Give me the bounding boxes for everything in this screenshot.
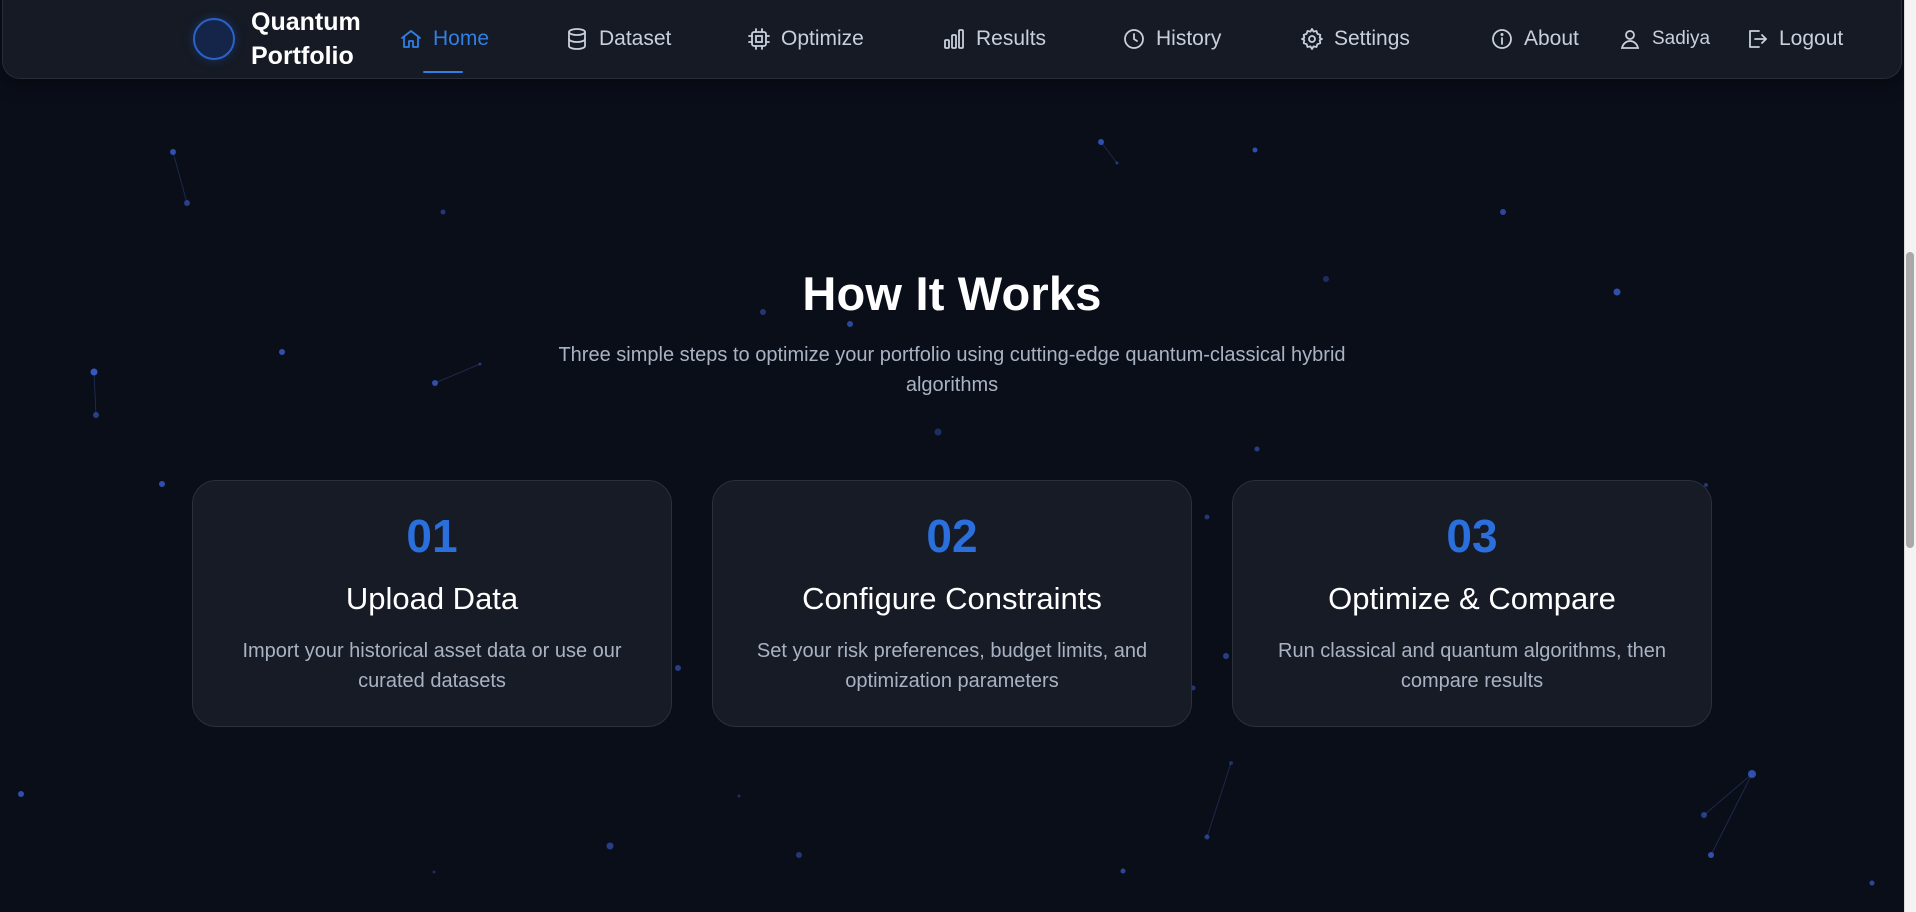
user-name: Sadiya <box>1652 28 1711 49</box>
gear-icon <box>1301 28 1323 50</box>
nav-home-label: Home <box>433 27 490 50</box>
section-subtitle: Three simple steps to optimize your port… <box>558 344 1346 396</box>
nav-about-label: About <box>1524 27 1579 50</box>
step-title: Configure Constraints <box>802 581 1102 616</box>
step-card-optimize: 03 Optimize & Compare Run classical and … <box>1232 480 1712 727</box>
nav-dataset-label: Dataset <box>599 27 672 50</box>
user-menu[interactable]: Sadiya <box>1618 21 1710 57</box>
top-navbar: Quantum Portfolio Home Dataset Optimize … <box>2 0 1902 79</box>
page: Quantum Portfolio Home Dataset Optimize … <box>0 0 1916 912</box>
nav-optimize[interactable]: Optimize <box>747 21 864 57</box>
cpu-chip-icon <box>748 28 770 50</box>
nav-results-label: Results <box>976 27 1047 50</box>
nav-results[interactable]: Results <box>942 21 1046 57</box>
step-description: Run classical and quantum algorithms, th… <box>1278 640 1666 692</box>
bar-chart-icon <box>944 29 964 49</box>
nav-optimize-label: Optimize <box>781 27 864 50</box>
step-card-configure: 02 Configure Constraints Set your risk p… <box>712 480 1192 727</box>
active-nav-indicator <box>423 71 463 73</box>
scrollbar-thumb[interactable] <box>1906 252 1914 548</box>
step-number: 03 <box>1446 510 1498 562</box>
step-title: Optimize & Compare <box>1328 581 1616 616</box>
nav-dataset[interactable]: Dataset <box>565 21 671 57</box>
logout-button[interactable]: Logout <box>1745 21 1843 57</box>
step-description: Import your historical asset data or use… <box>242 640 622 692</box>
logo-icon <box>193 18 235 60</box>
brand[interactable]: Quantum Portfolio <box>193 6 381 72</box>
nav-settings[interactable]: Settings <box>1300 21 1410 57</box>
nav-settings-label: Settings <box>1334 27 1410 50</box>
logout-label: Logout <box>1779 27 1844 50</box>
particle-background <box>18 139 1875 886</box>
section-title: How It Works <box>802 267 1102 320</box>
step-number: 02 <box>926 510 978 562</box>
nav-about[interactable]: About <box>1490 21 1579 57</box>
nav-history-label: History <box>1156 27 1222 50</box>
step-number: 01 <box>406 510 458 562</box>
step-card-upload: 01 Upload Data Import your historical as… <box>192 480 672 727</box>
home-icon <box>401 30 421 48</box>
step-title: Upload Data <box>345 581 519 616</box>
database-icon <box>568 28 586 50</box>
nav-home[interactable]: Home <box>399 21 489 57</box>
info-icon <box>1492 29 1512 49</box>
clock-icon <box>1124 29 1144 49</box>
logout-icon <box>1749 30 1767 48</box>
step-description: Set your risk preferences, budget limits… <box>756 640 1148 692</box>
nav-history[interactable]: History <box>1122 21 1221 57</box>
brand-name: Quantum Portfolio <box>251 8 361 70</box>
user-icon <box>1620 30 1640 49</box>
